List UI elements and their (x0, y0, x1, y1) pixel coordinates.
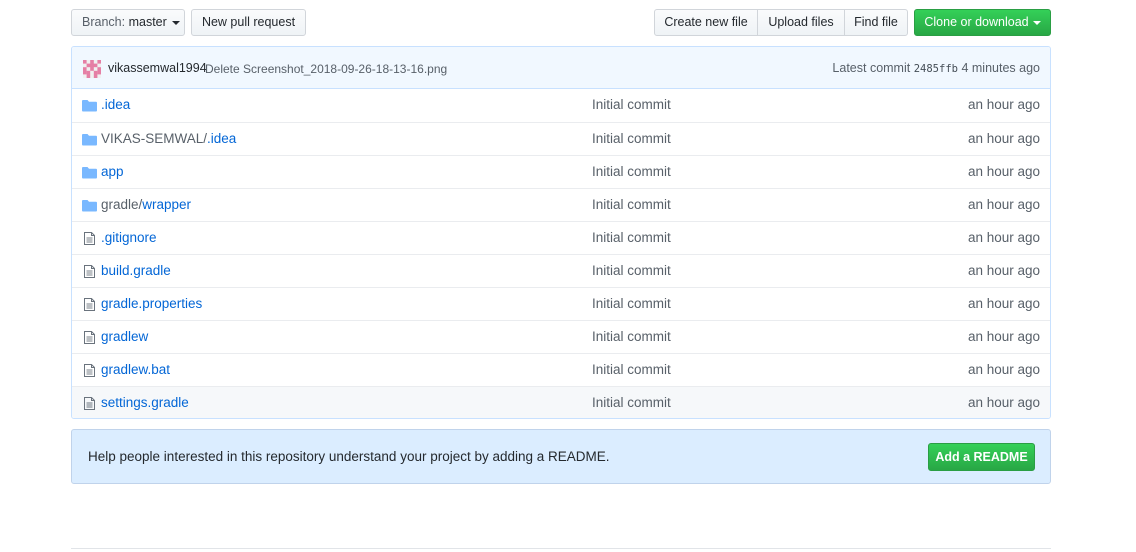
readme-prompt-text: Help people interested in this repositor… (88, 449, 610, 464)
file-name-text: .gitignore (101, 230, 157, 245)
file-row[interactable]: .gitignore Initial commit an hour ago (72, 221, 1050, 254)
file-icon (82, 298, 97, 311)
file-age: an hour ago (967, 296, 1040, 311)
file-icon (82, 232, 97, 245)
file-name-text: settings.gradle (101, 395, 189, 410)
clone-or-download-button[interactable]: Clone or download (914, 9, 1051, 36)
clone-label: Clone or download (924, 15, 1029, 29)
branch-value: master (128, 15, 167, 29)
file-name-link[interactable]: .idea (101, 97, 130, 112)
file-name-link[interactable]: gradle/wrapper (101, 197, 191, 212)
file-name-text: .idea (207, 131, 237, 146)
file-commit-message-link[interactable]: Initial commit (592, 197, 671, 212)
file-row[interactable]: settings.gradle Initial commit an hour ago (72, 386, 1050, 418)
file-icon (82, 397, 97, 410)
file-path-prefix: gradle/ (101, 197, 143, 212)
folder-icon (82, 99, 97, 112)
file-commit-message-link[interactable]: Initial commit (592, 263, 671, 278)
file-icon (82, 364, 97, 377)
file-navigation: Branch: master New pull request Create n… (71, 9, 1051, 36)
file-age: an hour ago (967, 362, 1040, 377)
file-age: an hour ago (967, 164, 1040, 179)
latest-commit-info: Latest commit 2485ffb 4 minutes ago (832, 61, 1040, 75)
file-age: an hour ago (967, 329, 1040, 344)
file-name-link[interactable]: gradlew.bat (101, 362, 170, 377)
file-row[interactable]: build.gradle Initial commit an hour ago (72, 254, 1050, 287)
file-commit-message-link[interactable]: Initial commit (592, 296, 671, 311)
file-commit-message-link[interactable]: Initial commit (592, 395, 671, 410)
file-icon (82, 331, 97, 344)
latest-commit-bar: vikassemwal1994 Delete Screenshot_2018-0… (72, 47, 1050, 89)
file-name-text: gradlew (101, 329, 149, 344)
file-name-link[interactable]: build.gradle (101, 263, 171, 278)
caret-down-icon (171, 20, 180, 25)
file-age: an hour ago (967, 263, 1040, 278)
file-list: .idea Initial commit an hour ago VIKAS-SEMW… (72, 89, 1050, 418)
file-name-text: .idea (101, 97, 131, 112)
folder-icon (82, 133, 97, 146)
file-row[interactable]: gradlew.bat Initial commit an hour ago (72, 353, 1050, 386)
file-name-text: app (101, 164, 124, 179)
new-pull-request-button[interactable]: New pull request (191, 9, 306, 36)
commit-message-link[interactable]: Delete Screenshot_2018-09-26-18-13-16.pn… (205, 62, 447, 76)
file-commit-message-link[interactable]: Initial commit (592, 164, 671, 179)
find-file-button[interactable]: Find file (844, 9, 908, 36)
file-name-link[interactable]: gradlew (101, 329, 148, 344)
file-commit-message-link[interactable]: Initial commit (592, 230, 671, 245)
file-commit-message-link[interactable]: Initial commit (592, 329, 671, 344)
divider (71, 548, 1051, 549)
file-name-text: gradle.properties (101, 296, 203, 311)
file-name-link[interactable]: app (101, 164, 124, 179)
file-commit-message-link[interactable]: Initial commit (592, 362, 671, 377)
file-row[interactable]: VIKAS-SEMWAL/.idea Initial commit an hour … (72, 122, 1050, 155)
commit-sha-link[interactable]: 2485ffb (914, 63, 958, 75)
file-row[interactable]: .idea Initial commit an hour ago (72, 89, 1050, 122)
file-name-text: gradlew.bat (101, 362, 171, 377)
file-age: an hour ago (967, 395, 1040, 410)
upload-files-button[interactable]: Upload files (757, 9, 845, 36)
file-name-text: build.gradle (101, 263, 171, 278)
branch-select-button[interactable]: Branch: master (71, 9, 185, 36)
branch-label: Branch: (82, 15, 126, 29)
commit-author-link[interactable]: vikassemwal1994 (108, 61, 207, 75)
file-icon (82, 265, 97, 278)
file-path-prefix: VIKAS-SEMWAL/ (101, 131, 208, 146)
file-age: an hour ago (967, 197, 1040, 212)
commit-age: 4 minutes ago (961, 61, 1040, 75)
file-name-link[interactable]: .gitignore (101, 230, 157, 245)
file-age: an hour ago (967, 97, 1040, 112)
file-row[interactable]: gradle/wrapper Initial commit an hour ago (72, 188, 1050, 221)
file-name-text: wrapper (142, 197, 192, 212)
file-row[interactable]: app Initial commit an hour ago (72, 155, 1050, 188)
file-age: an hour ago (967, 230, 1040, 245)
caret-down-icon (1032, 20, 1041, 25)
add-readme-button[interactable]: Add a README (928, 443, 1035, 471)
file-name-link[interactable]: settings.gradle (101, 395, 189, 410)
file-row[interactable]: gradle.properties Initial commit an hour a… (72, 287, 1050, 320)
file-commit-message-link[interactable]: Initial commit (592, 97, 671, 112)
latest-commit-label: Latest commit (832, 61, 911, 75)
file-row[interactable]: gradlew Initial commit an hour ago (72, 320, 1050, 353)
file-name-link[interactable]: VIKAS-SEMWAL/.idea (101, 131, 236, 146)
file-age: an hour ago (967, 131, 1040, 146)
avatar-identicon[interactable] (83, 60, 101, 78)
file-table: vikassemwal1994 Delete Screenshot_2018-0… (71, 46, 1051, 419)
file-commit-message-link[interactable]: Initial commit (592, 131, 671, 146)
create-new-file-button[interactable]: Create new file (654, 9, 758, 36)
readme-prompt: Help people interested in this repositor… (71, 429, 1051, 484)
file-actions-group: Create new file Upload files Find file (654, 9, 908, 36)
file-name-link[interactable]: gradle.properties (101, 296, 202, 311)
folder-icon (82, 199, 97, 212)
folder-icon (82, 166, 97, 179)
